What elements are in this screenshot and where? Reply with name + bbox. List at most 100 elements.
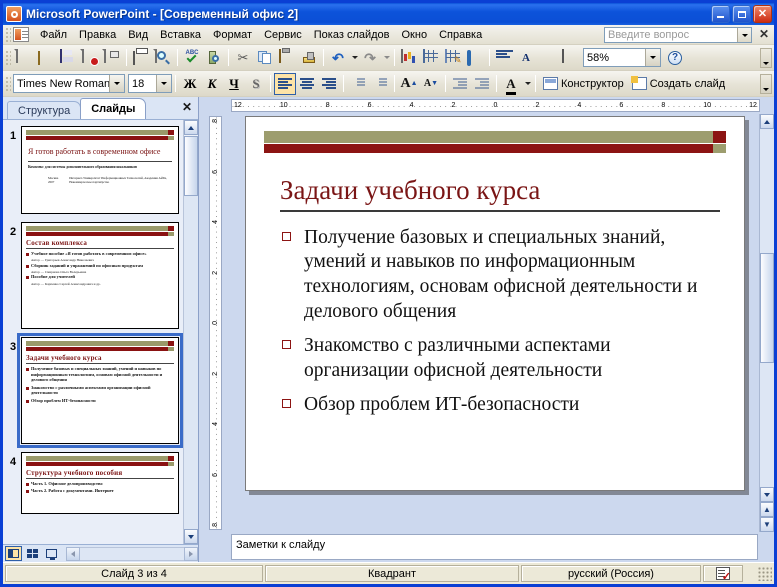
scrollbar-thumb[interactable]: [760, 253, 774, 363]
copy-icon[interactable]: [254, 47, 276, 69]
tab-outline[interactable]: Структура: [7, 101, 82, 119]
menu-item-format[interactable]: Формат: [207, 27, 258, 43]
font-name-combo[interactable]: Times New Roman: [13, 74, 125, 93]
spelling-icon[interactable]: ABC: [181, 47, 203, 69]
underline-button[interactable]: Ч: [223, 73, 245, 95]
increase-font-size-button[interactable]: A ▲: [398, 73, 420, 95]
menu-item-file[interactable]: Файл: [34, 27, 73, 43]
standard-toolbar-grip[interactable]: [5, 49, 11, 66]
scrollbar-thumb[interactable]: [184, 136, 198, 196]
scroll-down-button[interactable]: [184, 529, 198, 544]
design-button[interactable]: Конструктор: [539, 73, 628, 94]
align-right-button[interactable]: [318, 73, 340, 95]
font-size-combo[interactable]: 18: [128, 74, 172, 93]
paste-icon[interactable]: [276, 47, 298, 69]
thumbnail-frame[interactable]: Я готов работать в современном офисе Ком…: [21, 126, 179, 214]
status-spellcheck-button[interactable]: [703, 565, 743, 582]
cut-icon[interactable]: ✂: [232, 47, 254, 69]
formatting-toolbar-grip[interactable]: [5, 75, 11, 92]
bold-button[interactable]: Ж: [179, 73, 201, 95]
show-formatting-icon[interactable]: A: [515, 47, 537, 69]
font-color-button[interactable]: A: [500, 73, 522, 95]
tab-slides[interactable]: Слайды: [80, 98, 147, 119]
scrollbar-track[interactable]: [184, 196, 198, 529]
scroll-right-button[interactable]: [184, 546, 198, 561]
scroll-up-button[interactable]: [184, 120, 198, 135]
menu-item-view[interactable]: Вид: [122, 27, 154, 43]
print-icon[interactable]: [130, 47, 152, 69]
chevron-down-icon[interactable]: [737, 28, 751, 42]
menu-item-insert[interactable]: Вставка: [154, 27, 207, 43]
menu-item-edit[interactable]: Правка: [73, 27, 122, 43]
slide-bullet-item[interactable]: Получение базовых и специальных знаний, …: [282, 226, 726, 326]
thumbnail-item-selected[interactable]: 3 Задачи учебного курса Получение базовы…: [5, 333, 183, 448]
increase-indent-button[interactable]: [471, 73, 493, 95]
slide-canvas[interactable]: Задачи учебного курса Получение базовых …: [231, 114, 759, 532]
formatting-toolbar-overflow-button[interactable]: [760, 74, 772, 94]
grid-icon[interactable]: [537, 47, 559, 69]
horizontal-scrollbar[interactable]: [66, 546, 198, 561]
numbering-button[interactable]: [347, 73, 369, 95]
font-name-dropdown-icon[interactable]: [109, 75, 124, 92]
close-document-button[interactable]: ✕: [759, 28, 769, 40]
research-icon[interactable]: [203, 47, 225, 69]
bullets-button[interactable]: [369, 73, 391, 95]
normal-view-button[interactable]: [5, 546, 22, 561]
notes-pane[interactable]: Заметки к слайду: [231, 534, 758, 560]
save-icon[interactable]: [57, 47, 79, 69]
expand-all-icon[interactable]: [493, 47, 515, 69]
decrease-font-size-button[interactable]: A ▼: [420, 73, 442, 95]
font-size-dropdown-icon[interactable]: [156, 75, 171, 92]
thumbnail-list[interactable]: 1 Я готов работать в современном офисе К…: [3, 120, 183, 544]
redo-dropdown-icon[interactable]: [381, 47, 391, 69]
open-icon[interactable]: [35, 47, 57, 69]
minimize-button[interactable]: [711, 5, 730, 23]
maximize-button[interactable]: [732, 5, 751, 23]
scroll-down-button[interactable]: [760, 487, 774, 502]
status-language[interactable]: русский (Россия): [521, 565, 701, 582]
horizontal-ruler[interactable]: 12 10 8 6 4 2 0 2 4 6 8 10 12: [231, 99, 760, 112]
chart-icon[interactable]: [398, 47, 420, 69]
hyperlink-icon[interactable]: [464, 47, 486, 69]
insert-diagram-icon[interactable]: ✎: [442, 47, 464, 69]
format-painter-icon[interactable]: [298, 47, 320, 69]
color-grayscale-icon[interactable]: [559, 47, 581, 69]
status-design-template[interactable]: Квадрант: [265, 565, 519, 582]
undo-dropdown-icon[interactable]: [349, 47, 359, 69]
align-left-button[interactable]: [274, 72, 296, 95]
scroll-left-button[interactable]: [66, 546, 80, 561]
resize-grip[interactable]: [758, 566, 772, 581]
menu-item-slideshow[interactable]: Показ слайдов: [308, 27, 396, 43]
vertical-ruler[interactable]: 8 6 4 2 0 2 4 6 8: [208, 116, 222, 530]
next-slide-button[interactable]: ▼: [760, 517, 774, 532]
ask-a-question-box[interactable]: Введите вопрос: [604, 27, 752, 43]
print-preview-icon[interactable]: [152, 47, 174, 69]
thumbnail-item[interactable]: 2 Состав комплекса Учебное пособие «Я го…: [5, 222, 179, 329]
thumbnail-item[interactable]: 4 Структура учебного пособия Часть 1. Оф…: [5, 452, 179, 514]
slide-body-placeholder[interactable]: Получение базовых и специальных знаний, …: [282, 226, 726, 419]
permission-icon[interactable]: [79, 47, 101, 69]
slide-show-button[interactable]: [43, 546, 60, 561]
close-pane-button[interactable]: ✕: [182, 100, 192, 114]
zoom-dropdown-icon[interactable]: [645, 49, 660, 66]
standard-toolbar-overflow-button[interactable]: [760, 48, 772, 68]
scrollbar-track[interactable]: [760, 363, 774, 487]
new-icon[interactable]: [13, 47, 35, 69]
slide-title[interactable]: Задачи учебного курса: [280, 175, 726, 206]
slide-bullet-item[interactable]: Обзор проблем ИТ-безопасности: [282, 393, 726, 418]
undo-icon[interactable]: ↶: [327, 47, 349, 69]
new-slide-button[interactable]: Создать слайд: [628, 73, 729, 94]
thumbnails-scrollbar[interactable]: [183, 120, 198, 544]
thumbnail-frame[interactable]: Задачи учебного курса Получение базовых …: [17, 333, 183, 448]
font-color-dropdown-icon[interactable]: [522, 73, 532, 95]
table-icon[interactable]: [420, 47, 442, 69]
menu-item-window[interactable]: Окно: [396, 27, 434, 43]
close-button[interactable]: ✕: [753, 5, 772, 23]
menu-item-tools[interactable]: Сервис: [258, 27, 308, 43]
scrollbar-track[interactable]: [760, 129, 774, 253]
slide-bullet-item[interactable]: Знакомство с различными аспектами органи…: [282, 334, 726, 384]
email-icon[interactable]: [101, 47, 123, 69]
thumbnail-item[interactable]: 1 Я готов работать в современном офисе К…: [5, 126, 179, 214]
redo-icon[interactable]: ↷: [359, 47, 381, 69]
decrease-indent-button[interactable]: [449, 73, 471, 95]
